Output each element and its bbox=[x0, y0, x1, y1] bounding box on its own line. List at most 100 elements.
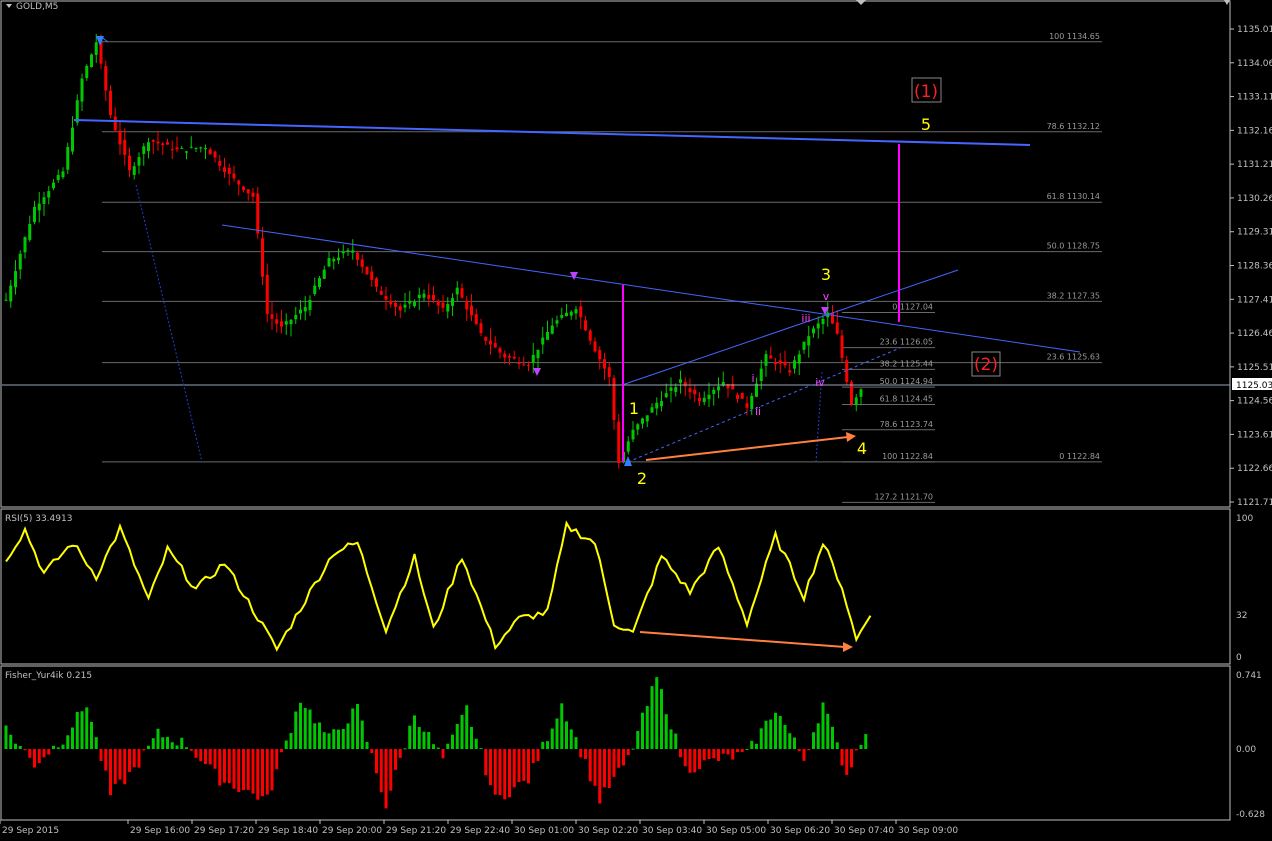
price-tick-label: 1128.36 bbox=[1237, 262, 1272, 272]
candle-bull bbox=[802, 341, 806, 350]
fisher-bar-positive bbox=[151, 738, 155, 749]
fisher-bar-negative bbox=[840, 749, 844, 766]
fisher-bar-positive bbox=[565, 721, 568, 749]
fisher-bar-positive bbox=[403, 748, 407, 750]
fisher-bar-positive bbox=[470, 726, 473, 749]
fisher-bar-negative bbox=[232, 749, 236, 789]
fisher-bar-positive bbox=[166, 736, 169, 749]
fisher-bar-positive bbox=[664, 714, 668, 749]
scroll-marker-icon-right[interactable] bbox=[1224, 0, 1230, 5]
candle-bull bbox=[821, 318, 825, 325]
wave-label-1: 1 bbox=[629, 399, 639, 418]
rsi-scale-top: 100 bbox=[1236, 514, 1253, 524]
fib-level-label: 0 1122.84 bbox=[1059, 452, 1100, 461]
fisher-bar-negative bbox=[99, 749, 103, 761]
candle-bull bbox=[660, 401, 663, 407]
chart-menu-icon[interactable] bbox=[6, 4, 12, 8]
fisher-bar-negative bbox=[512, 749, 516, 788]
candle-bull bbox=[337, 257, 340, 261]
candle-bull bbox=[346, 250, 350, 252]
candle-bull bbox=[66, 147, 70, 170]
fisher-bar-negative bbox=[261, 749, 264, 797]
fisher-bar-positive bbox=[826, 713, 830, 749]
candle-bear bbox=[778, 360, 782, 364]
fisher-bar-negative bbox=[802, 749, 806, 761]
time-tick-label: 29 Sep 22:40 bbox=[450, 826, 510, 836]
candle-bull bbox=[536, 349, 540, 359]
candle-bull bbox=[793, 360, 796, 369]
candle-bull bbox=[204, 148, 207, 150]
fisher-bar-negative bbox=[384, 749, 388, 809]
fisher-bar-positive bbox=[641, 712, 644, 749]
candle-bull bbox=[327, 258, 331, 267]
fisher-bar-negative bbox=[712, 749, 716, 759]
time-tick-label: 29 Sep 17:20 bbox=[194, 826, 254, 836]
candle-bull bbox=[289, 319, 293, 325]
fisher-bar-positive bbox=[821, 702, 825, 749]
candle-bull bbox=[403, 304, 407, 308]
candle-bull bbox=[702, 397, 706, 403]
fisher-bar-negative bbox=[721, 749, 725, 754]
fisher-bar-negative bbox=[536, 749, 540, 761]
fisher-bar-positive bbox=[816, 723, 820, 749]
candle-bull bbox=[28, 223, 32, 240]
candle-bull bbox=[755, 383, 758, 397]
fisher-bar-negative bbox=[47, 749, 51, 755]
fisher-bar-negative bbox=[375, 749, 378, 774]
candle-bull bbox=[303, 307, 307, 312]
fisher-bar-positive bbox=[9, 734, 13, 749]
fisher-bar-negative bbox=[588, 749, 592, 782]
fisher-bar-positive bbox=[764, 720, 768, 749]
fisher-bar-negative bbox=[280, 749, 283, 753]
fisher-bar-positive bbox=[745, 748, 749, 750]
candle-bull bbox=[854, 397, 858, 406]
fisher-bar-negative bbox=[23, 749, 27, 751]
divergence-arrowhead-price bbox=[846, 432, 856, 442]
magenta-down-arrow-icon-2 bbox=[533, 368, 541, 376]
candle-bull bbox=[56, 174, 60, 181]
price-tick-label: 1129.31 bbox=[1237, 228, 1272, 238]
subwave-label-v: v bbox=[823, 290, 830, 303]
candle-bear bbox=[175, 147, 179, 150]
current-price-label: 1125.03 bbox=[1236, 381, 1272, 391]
fisher-bar-positive bbox=[80, 711, 84, 749]
fisher-bar-negative bbox=[28, 749, 32, 758]
candle-bull bbox=[4, 299, 8, 301]
price-tick-label: 1124.56 bbox=[1237, 397, 1272, 407]
fisher-bar-positive bbox=[4, 725, 8, 749]
candle-bear bbox=[683, 382, 687, 387]
candle-bear bbox=[227, 167, 231, 174]
fisher-bar-positive bbox=[774, 712, 777, 749]
candle-bear bbox=[275, 319, 279, 324]
candle-bear bbox=[280, 321, 283, 327]
fisher-bar-negative bbox=[242, 749, 245, 791]
fisher-bar-positive bbox=[52, 745, 55, 749]
candle-bull bbox=[299, 309, 302, 314]
chart-canvas[interactable]: GOLD,M5 100 1134.65 78.6 1132.12 61.8 1130… bbox=[0, 0, 1272, 841]
candle-bull bbox=[132, 166, 136, 175]
candle-bull bbox=[674, 387, 678, 392]
candle-bear bbox=[479, 323, 483, 334]
fisher-label: Fisher_Yur4ik 0.215 bbox=[5, 671, 92, 681]
fisher-bar-positive bbox=[308, 709, 312, 749]
subwave-label-iv: iv bbox=[815, 376, 825, 389]
fisher-bar-positive bbox=[327, 733, 331, 749]
candle-bear bbox=[693, 389, 697, 395]
scroll-marker-icon[interactable] bbox=[856, 0, 866, 5]
fisher-bar-positive bbox=[479, 748, 483, 750]
fib-level-label: 61.8 1130.14 bbox=[1047, 192, 1100, 201]
candle-bear bbox=[113, 116, 117, 131]
price-tick-label: 1127.41 bbox=[1237, 295, 1272, 305]
time-tick-label: 29 Sep 16:00 bbox=[130, 826, 190, 836]
candle-bull bbox=[641, 418, 644, 424]
wave-label-3: 3 bbox=[821, 265, 831, 284]
price-tick-label: 1135.01 bbox=[1237, 25, 1272, 35]
candle-bull bbox=[194, 147, 198, 149]
fisher-bar-negative bbox=[807, 749, 811, 751]
fib2-level-label: 100 1122.84 bbox=[882, 452, 933, 461]
time-tick-label: 29 Sep 21:20 bbox=[386, 826, 446, 836]
fisher-bar-positive bbox=[474, 738, 478, 749]
fisher-bar-positive bbox=[546, 741, 549, 749]
candle-bull bbox=[308, 299, 312, 310]
fib-level-label: 38.2 1127.35 bbox=[1047, 291, 1100, 300]
